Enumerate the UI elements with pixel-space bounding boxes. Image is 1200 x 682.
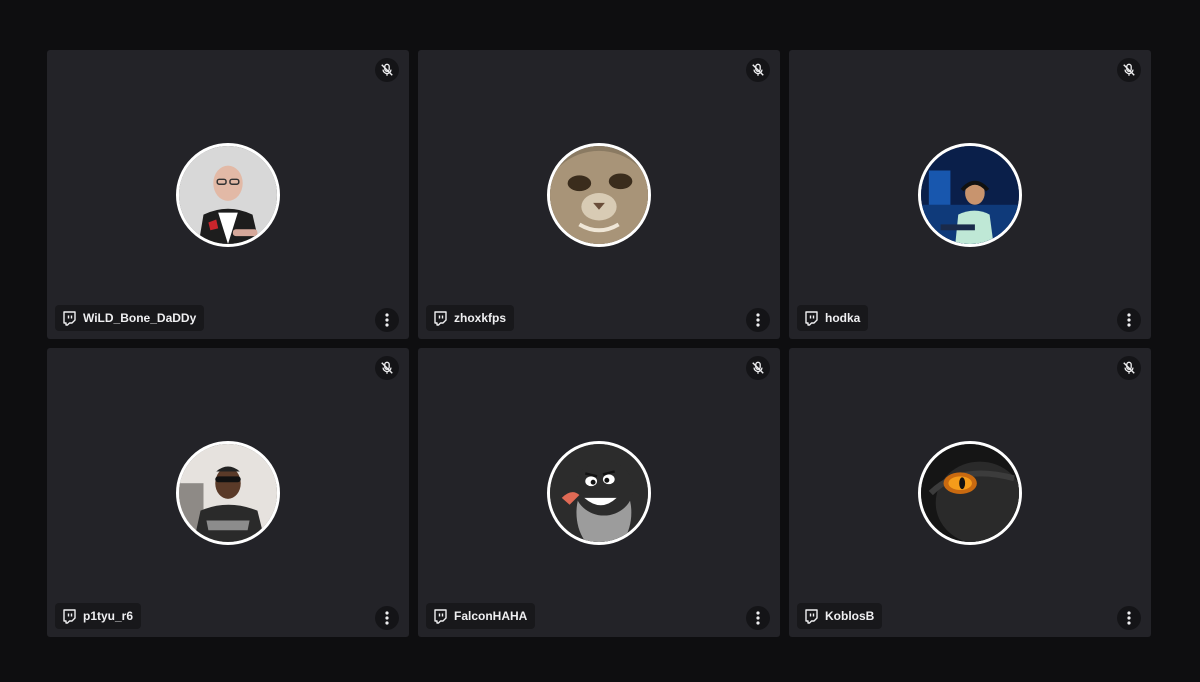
participant-name-tag: p1tyu_r6 bbox=[55, 603, 142, 629]
avatar bbox=[918, 142, 1022, 247]
participant-name: KoblosB bbox=[825, 609, 875, 623]
more-options-icon[interactable] bbox=[1117, 308, 1141, 332]
participant-name-tag: hodka bbox=[797, 305, 869, 331]
more-options-icon[interactable] bbox=[1117, 606, 1141, 630]
participant-name: WiLD_Bone_DaDDy bbox=[83, 311, 197, 325]
participant-name-tag: WiLD_Bone_DaDDy bbox=[55, 305, 205, 331]
participant-name-tag: KoblosB bbox=[797, 603, 883, 629]
participant-name-tag: zhoxkfps bbox=[426, 305, 515, 331]
participant-tile: FalconHAHA bbox=[418, 348, 780, 637]
participant-tile: zhoxkfps bbox=[418, 50, 780, 339]
twitch-icon bbox=[433, 310, 447, 326]
muted-mic-icon[interactable] bbox=[746, 58, 770, 82]
muted-mic-icon[interactable] bbox=[375, 58, 399, 82]
participant-name: hodka bbox=[825, 311, 861, 325]
participant-name: FalconHAHA bbox=[454, 609, 528, 623]
participant-tile: hodka bbox=[789, 50, 1151, 339]
twitch-icon bbox=[804, 310, 818, 326]
muted-mic-icon[interactable] bbox=[375, 356, 399, 380]
twitch-icon bbox=[433, 608, 447, 624]
more-options-icon[interactable] bbox=[746, 308, 770, 332]
avatar bbox=[176, 142, 280, 247]
avatar bbox=[547, 440, 651, 545]
muted-mic-icon[interactable] bbox=[1117, 58, 1141, 82]
muted-mic-icon[interactable] bbox=[1117, 356, 1141, 380]
avatar bbox=[918, 440, 1022, 545]
twitch-icon bbox=[62, 310, 76, 326]
more-options-icon[interactable] bbox=[746, 606, 770, 630]
participant-tile: WiLD_Bone_DaDDy bbox=[47, 50, 409, 339]
participant-tile: p1tyu_r6 bbox=[47, 348, 409, 637]
participant-name: zhoxkfps bbox=[454, 311, 507, 325]
muted-mic-icon[interactable] bbox=[746, 356, 770, 380]
twitch-icon bbox=[804, 608, 818, 624]
avatar bbox=[176, 440, 280, 545]
avatar bbox=[547, 142, 651, 247]
participant-grid: WiLD_Bone_DaDDy zhoxkfps hodka p1tyu_r6 … bbox=[47, 50, 1151, 637]
more-options-icon[interactable] bbox=[375, 606, 399, 630]
participant-name: p1tyu_r6 bbox=[83, 609, 134, 623]
participant-tile: KoblosB bbox=[789, 348, 1151, 637]
more-options-icon[interactable] bbox=[375, 308, 399, 332]
participant-name-tag: FalconHAHA bbox=[426, 603, 536, 629]
twitch-icon bbox=[62, 608, 76, 624]
